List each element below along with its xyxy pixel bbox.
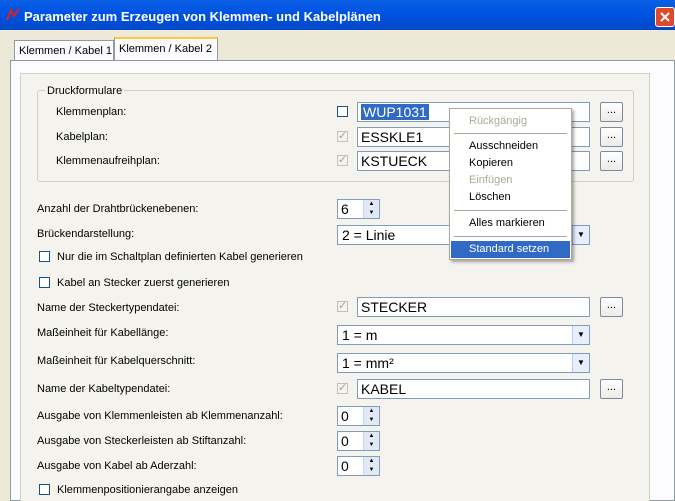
context-menu: Rückgängig Ausschneiden Kopieren Einfüge… xyxy=(449,108,572,260)
menu-item-alles-markieren[interactable]: Alles markieren xyxy=(451,215,570,232)
drahtbrueckenebenen-spinner[interactable]: 6 ▲ ▼ xyxy=(337,199,380,219)
klemmenaufreihplan-browse-button[interactable]: ... xyxy=(600,151,623,171)
close-button[interactable] xyxy=(655,7,675,27)
klemmenaufreihplan-label: Klemmenaufreihplan: xyxy=(56,155,160,167)
kabel-aderzahl-spinner[interactable]: 0 ▲ ▼ xyxy=(337,456,380,476)
kabel-stecker-label: Kabel an Stecker zuerst generieren xyxy=(57,277,230,289)
menu-item-ausschneiden[interactable]: Ausschneiden xyxy=(451,138,570,155)
klemmenleisten-label: Ausgabe von Klemmenleisten ab Klemmenanz… xyxy=(37,410,283,422)
spin-down-icon[interactable]: ▼ xyxy=(363,441,379,450)
einheit-laenge-label: Maßeinheit für Kabellänge: xyxy=(37,327,169,339)
drahtbrueckenebenen-label: Anzahl der Drahtbrückenebenen: xyxy=(37,203,199,215)
chevron-down-icon[interactable]: ▼ xyxy=(572,354,589,372)
steckertypendatei-input[interactable]: STECKER xyxy=(357,297,590,317)
klemmenplan-checkbox[interactable] xyxy=(337,106,348,117)
klemmenplan-value: WUP1031 xyxy=(361,104,429,120)
kabelplan-browse-button[interactable]: ... xyxy=(600,127,623,147)
menu-item-rueckgaengig[interactable]: Rückgängig xyxy=(451,113,570,130)
menu-item-loeschen[interactable]: Löschen xyxy=(451,189,570,206)
brueckendarstellung-value: 2 = Linie xyxy=(342,227,396,243)
menu-item-einfuegen[interactable]: Einfügen xyxy=(451,172,570,189)
klemmenplan-label: Klemmenplan: xyxy=(56,106,127,118)
steckerleisten-label: Ausgabe von Steckerleisten ab Stiftanzah… xyxy=(37,435,247,447)
spin-up-icon[interactable]: ▲ xyxy=(363,407,379,416)
spin-up-icon[interactable]: ▲ xyxy=(363,200,379,209)
group-title: Druckformulare xyxy=(45,85,125,97)
title-bar: Parameter zum Erzeugen von Klemmen- und … xyxy=(0,0,675,30)
steckerleisten-value: 0 xyxy=(341,433,349,449)
kabel-aderzahl-value: 0 xyxy=(341,458,349,474)
kabeltypendatei-browse-button[interactable]: ... xyxy=(600,379,623,399)
menu-separator xyxy=(454,210,567,211)
einheit-querschnitt-select[interactable]: 1 = mm² ▼ xyxy=(337,353,590,373)
drahtbrueckenebenen-value: 6 xyxy=(341,201,349,217)
einheit-querschnitt-label: Maßeinheit für Kabelquerschnitt: xyxy=(37,355,196,367)
steckertypendatei-checkbox[interactable] xyxy=(337,299,348,312)
menu-separator xyxy=(454,236,567,237)
einheit-laenge-value: 1 = m xyxy=(342,327,378,343)
kabel-stecker-checkbox[interactable] xyxy=(39,277,50,288)
steckertypendatei-label: Name der Steckertypendatei: xyxy=(37,302,180,314)
nur-schaltplan-checkbox[interactable] xyxy=(39,251,50,262)
menu-item-kopieren[interactable]: Kopieren xyxy=(451,155,570,172)
klemmenaufreihplan-checkbox[interactable] xyxy=(337,153,348,166)
klemmenposition-label: Klemmenpositionierangabe anzeigen xyxy=(57,484,239,496)
nur-schaltplan-label: Nur die im Schaltplan definierten Kabel … xyxy=(57,251,303,263)
klemmenleisten-value: 0 xyxy=(341,408,349,424)
app-icon xyxy=(6,8,20,22)
brueckendarstellung-label: Brückendarstellung: xyxy=(37,228,135,240)
kabel-aderzahl-label: Ausgabe von Kabel ab Aderzahl: xyxy=(37,460,197,472)
klemmenleisten-spinner[interactable]: 0 ▲ ▼ xyxy=(337,406,380,426)
steckerleisten-spinner[interactable]: 0 ▲ ▼ xyxy=(337,431,380,451)
steckertypendatei-browse-button[interactable]: ... xyxy=(600,297,623,317)
einheit-querschnitt-value: 1 = mm² xyxy=(342,355,394,371)
klemmenplan-browse-button[interactable]: ... xyxy=(600,102,623,122)
chevron-down-icon[interactable]: ▼ xyxy=(572,226,589,244)
kabelplan-checkbox[interactable] xyxy=(337,129,348,142)
menu-item-standard-setzen[interactable]: Standard setzen xyxy=(451,241,570,258)
kabeltypendatei-input[interactable]: KABEL xyxy=(357,379,590,399)
window-title: Parameter zum Erzeugen von Klemmen- und … xyxy=(24,9,381,24)
spin-down-icon[interactable]: ▼ xyxy=(363,416,379,425)
spin-down-icon[interactable]: ▼ xyxy=(363,209,379,218)
tab-klemmen-kabel-1[interactable]: Klemmen / Kabel 1 xyxy=(14,40,114,60)
kabeltypendatei-checkbox[interactable] xyxy=(337,381,348,394)
kabeltypendatei-label: Name der Kabeltypendatei: xyxy=(37,383,171,395)
spin-up-icon[interactable]: ▲ xyxy=(363,432,379,441)
close-icon xyxy=(660,12,670,22)
spin-up-icon[interactable]: ▲ xyxy=(363,457,379,466)
chevron-down-icon[interactable]: ▼ xyxy=(572,326,589,344)
menu-separator xyxy=(454,133,567,134)
tab-klemmen-kabel-2[interactable]: Klemmen / Kabel 2 xyxy=(114,37,218,60)
kabelplan-label: Kabelplan: xyxy=(56,131,108,143)
spin-down-icon[interactable]: ▼ xyxy=(363,466,379,475)
einheit-laenge-select[interactable]: 1 = m ▼ xyxy=(337,325,590,345)
klemmenposition-checkbox[interactable] xyxy=(39,484,50,495)
